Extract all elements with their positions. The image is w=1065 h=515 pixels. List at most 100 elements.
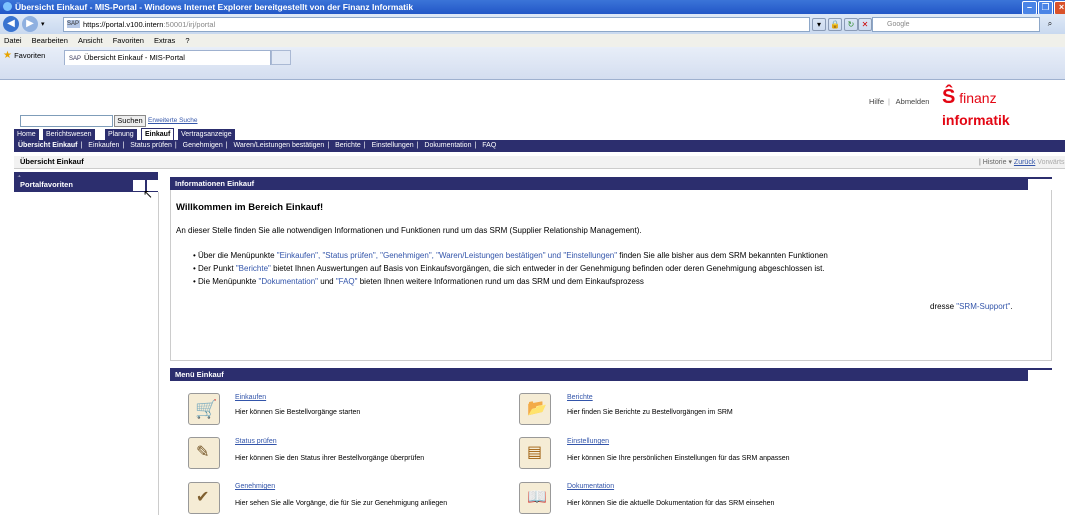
menu-item-genehmigen[interactable]: Genehmigen	[235, 483, 275, 490]
favorites-button[interactable]: ★ Favoriten	[3, 51, 45, 61]
tab-title: Übersicht Einkauf - MIS-Portal	[84, 53, 185, 62]
menu-help[interactable]: ?	[185, 36, 189, 45]
browser-tab-active[interactable]: SAP Übersicht Einkauf - MIS-Portal	[64, 50, 271, 65]
portal-favorites-header: Portalfavoriten	[14, 177, 159, 192]
portal-favorites-panel	[14, 192, 159, 515]
logo-suffix: informatik	[942, 112, 1010, 128]
internet-explorer-icon	[3, 2, 12, 11]
mouse-cursor-icon: ↖	[143, 187, 154, 201]
help-link[interactable]: Hilfe	[869, 97, 884, 106]
subnav-faq[interactable]: FAQ	[482, 142, 496, 149]
menu-item-einstellungen[interactable]: Einstellungen	[567, 438, 609, 445]
info-minimize-icon[interactable]	[1040, 179, 1052, 190]
menu-bearbeiten[interactable]: Bearbeiten	[32, 36, 68, 45]
shopping-cart-icon[interactable]: 🛒	[188, 393, 220, 425]
minimize-button[interactable]: –	[1022, 1, 1037, 15]
history-nav: | Historie ▾ Zurück Vorwärts	[979, 159, 1065, 166]
subnav-genehmigen[interactable]: Genehmigen	[183, 142, 223, 149]
search-placeholder: Google	[887, 21, 910, 28]
favorites-bar: ★ Favoriten SAP Übersicht Einkauf - MIS-P…	[0, 47, 1065, 80]
url-dropdown-icon[interactable]: ▾	[812, 18, 826, 31]
info-panel-header: Informationen Einkauf	[170, 177, 1052, 190]
reports-icon[interactable]: 📂	[519, 393, 551, 425]
menu-panel-title: Menü Einkauf	[175, 370, 224, 379]
approve-icon[interactable]: ✔	[188, 482, 220, 514]
welcome-heading: Willkommen im Bereich Einkauf!	[176, 202, 324, 213]
page-title-bar: Übersicht Einkauf	[14, 156, 1065, 169]
back-nav-icon[interactable]: ◀	[3, 16, 19, 32]
menu-item-einkaufen[interactable]: Einkaufen	[235, 394, 266, 401]
lock-icon[interactable]: 🔒	[828, 18, 842, 31]
subnav-einkaufen[interactable]: Einkaufen	[88, 142, 119, 149]
menu-bar: Datei Bearbeiten Ansicht Favoriten Extra…	[0, 34, 1065, 48]
sap-favicon-icon: SAP	[67, 20, 80, 28]
menu-panel-header: Menü Einkauf	[170, 368, 1052, 381]
new-tab-button[interactable]	[271, 50, 291, 65]
menu-datei[interactable]: Datei	[4, 36, 22, 45]
bullet-2: • Der Punkt "Berichte" bietet Ihnen Ausw…	[193, 264, 825, 273]
address-input[interactable]: SAP https://portal.v100.intern:50001/irj/…	[63, 17, 810, 32]
menu-minimize-icon[interactable]	[1040, 370, 1052, 381]
menu-item-dokumentation[interactable]: Dokumentation	[567, 483, 614, 490]
menu-item-dokumentation-desc: Hier können Sie die aktuelle Dokumentati…	[567, 500, 775, 507]
sub-navigation: Übersicht Einkauf | Einkaufen | Status prü…	[14, 140, 1065, 152]
forward-link[interactable]: Vorwärts	[1037, 159, 1064, 166]
window-title: Übersicht Einkauf - MIS-Portal - Windows…	[15, 2, 414, 12]
tab-planung[interactable]: Planung	[105, 129, 137, 140]
menu-item-einkaufen-desc: Hier können Sie Bestellvorgänge starten	[235, 409, 361, 416]
portal-favorites-title: Portalfavoriten	[20, 180, 73, 189]
sap-tab-icon: SAP	[69, 56, 82, 62]
search-button[interactable]: Suchen	[114, 115, 146, 127]
portal-search-input[interactable]	[20, 115, 113, 127]
star-icon: ★	[3, 50, 12, 61]
info-options-icon[interactable]	[1028, 179, 1040, 190]
page-title: Übersicht Einkauf	[20, 157, 84, 166]
bullet-1: • Über die Menüpunkte "Einkaufen", "Stat…	[193, 251, 828, 260]
subnav-einstellungen[interactable]: Einstellungen	[372, 142, 414, 149]
menu-options-icon[interactable]	[1028, 370, 1040, 381]
menu-item-einstellungen-desc: Hier können Sie Ihre persönlichen Einste…	[567, 455, 790, 462]
tab-vertragsanzeige[interactable]: Vertragsanzeige	[178, 129, 235, 140]
menu-favoriten[interactable]: Favoriten	[113, 36, 144, 45]
nav-dropdown-icon[interactable]: ▾	[41, 20, 45, 28]
back-link[interactable]: Zurück	[1014, 159, 1035, 166]
tab-home[interactable]: Home	[14, 129, 39, 140]
close-button[interactable]: ×	[1054, 1, 1065, 15]
finanz-informatik-logo: Ŝ finanz informatik	[942, 86, 1065, 131]
history-link[interactable]: Historie	[983, 159, 1007, 166]
menu-item-berichte-desc: Hier finden Sie Berichte zu Bestellvorgä…	[567, 409, 733, 416]
refresh-icon[interactable]: ↻	[844, 18, 858, 31]
subnav-waren[interactable]: Waren/Leistungen bestätigen	[234, 142, 325, 149]
logout-link[interactable]: Abmelden	[896, 97, 930, 106]
settings-icon[interactable]: ▤	[519, 437, 551, 469]
menu-extras[interactable]: Extras	[154, 36, 175, 45]
subnav-dokumentation[interactable]: Dokumentation	[424, 142, 471, 149]
search-engine-input[interactable]: Google	[872, 17, 1040, 32]
search-go-icon[interactable]: ⌕	[1044, 18, 1056, 29]
header-links: Hilfe | Abmelden	[869, 97, 930, 106]
menu-item-genehmigen-desc: Hier sehen Sie alle Vorgänge, die für Si…	[235, 500, 448, 507]
menu-ansicht[interactable]: Ansicht	[78, 36, 103, 45]
sparkasse-s-icon: Ŝ	[942, 86, 956, 108]
advanced-search-link[interactable]: Erweiterte Suche	[148, 117, 198, 124]
forward-nav-icon[interactable]: ▶	[22, 16, 38, 32]
srm-support-link[interactable]: "SRM-Support"	[956, 302, 1010, 311]
stop-icon[interactable]: ✕	[858, 18, 872, 31]
favorites-label: Favoriten	[14, 51, 46, 60]
maximize-button[interactable]: ❐	[1038, 1, 1053, 15]
status-check-icon[interactable]: ✎	[188, 437, 220, 469]
logo-prefix: finanz	[959, 90, 997, 106]
top-navigation: Home Berichtswesen Planung Einkauf Vertr…	[14, 128, 1065, 141]
support-text: dresse "SRM-Support".	[930, 302, 1013, 311]
menu-item-berichte[interactable]: Berichte	[567, 394, 593, 401]
intro-text: An dieser Stelle finden Sie alle notwend…	[176, 226, 642, 235]
subnav-status[interactable]: Status prüfen	[130, 142, 172, 149]
subnav-berichte[interactable]: Berichte	[335, 142, 361, 149]
address-toolbar: ◀ ▶ ▾ SAP https://portal.v100.intern:5000…	[0, 14, 1065, 34]
menu-item-status[interactable]: Status prüfen	[235, 438, 277, 445]
documentation-icon[interactable]: 📖	[519, 482, 551, 514]
info-panel-body	[170, 190, 1052, 361]
subnav-uebersicht[interactable]: Übersicht Einkauf	[18, 142, 78, 149]
url-host: https://portal.v100.intern	[83, 20, 164, 29]
tab-berichtswesen[interactable]: Berichtswesen	[43, 129, 95, 140]
